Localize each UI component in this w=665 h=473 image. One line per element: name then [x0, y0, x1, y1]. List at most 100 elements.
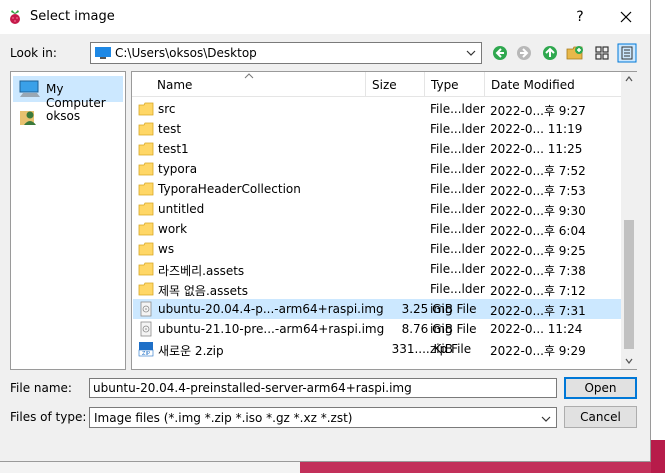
look-in-combo[interactable]: C:\Users\oksos\Desktop	[90, 42, 482, 64]
file-row[interactable]: TyporaHeaderCollection File...lder 2022-0.…	[133, 179, 621, 199]
file-name: src	[158, 102, 176, 116]
file-date: 2022-0... 11:25	[490, 142, 583, 156]
cancel-button[interactable]: Cancel	[564, 406, 637, 428]
title-bar[interactable]: Select image ?	[0, 0, 650, 34]
window-title: Select image	[30, 9, 115, 24]
file-name: TyporaHeaderCollection	[158, 182, 301, 196]
file-name: ws	[158, 242, 175, 256]
file-row[interactable]: 제목 없음.assets File...lder 2022-0...후 7:12	[133, 279, 621, 299]
file-type-select[interactable]: Image files (*.img *.zip *.iso *.gz *.xz…	[89, 407, 557, 428]
file-date: 2022-0...후 6:04	[490, 224, 586, 238]
file-name: untitled	[158, 202, 205, 216]
new-folder-icon[interactable]	[565, 43, 585, 63]
sidebar-item-oksos[interactable]: oksos	[13, 103, 123, 129]
disk-image-icon	[140, 301, 152, 317]
file-date: 2022-0...후 7:31	[490, 304, 586, 318]
file-row[interactable]: ubuntu-21.10-pre...-arm64+raspi.img 8.76 …	[133, 319, 621, 339]
folder-icon	[138, 202, 154, 216]
scroll-thumb[interactable]	[624, 220, 634, 349]
user-folder-icon	[20, 111, 36, 125]
folder-icon	[138, 162, 154, 176]
folder-icon	[138, 102, 154, 116]
disk-image-icon	[140, 321, 152, 337]
file-date: 2022-0...후 7:53	[490, 184, 586, 198]
forward-icon[interactable]	[514, 43, 534, 63]
background-desktop	[651, 0, 665, 473]
file-type: img File	[430, 322, 477, 336]
desktop-icon	[95, 47, 111, 59]
file-row[interactable]: 라즈베리.assets File...lder 2022-0...후 7:38	[133, 259, 621, 279]
file-type: File...lder	[430, 222, 485, 236]
help-button[interactable]: ?	[566, 4, 594, 30]
folder-icon	[138, 142, 154, 156]
file-name: 제목 없음.assets	[158, 284, 248, 298]
folder-icon	[138, 122, 154, 136]
file-type: File...lder	[430, 202, 485, 216]
chevron-down-icon	[541, 416, 551, 422]
file-row[interactable]: work File...lder 2022-0...후 6:04	[133, 219, 621, 239]
folder-icon	[138, 242, 154, 256]
file-type: File...lder	[430, 282, 485, 296]
scroll-up-icon[interactable]	[625, 76, 633, 82]
file-row[interactable]: test File...lder 2022-0... 11:19	[133, 119, 621, 139]
file-date: 2022-0...후 9:27	[490, 104, 586, 118]
file-name: test1	[158, 142, 189, 156]
close-icon[interactable]	[612, 4, 640, 30]
file-name: work	[158, 222, 188, 236]
file-name: ubuntu-20.04.4-p...-arm64+raspi.img	[158, 302, 384, 316]
vertical-scrollbar[interactable]	[621, 72, 637, 369]
column-header-size[interactable]: Size	[366, 72, 425, 97]
file-name-label: File name:	[10, 381, 72, 395]
file-list-header: Name Size Type Date Modified	[132, 72, 621, 97]
file-date: 2022-0...후 9:30	[490, 204, 586, 218]
file-date: 2022-0... 11:19	[490, 122, 583, 136]
background-accent-right	[651, 440, 665, 473]
file-type: File...lder	[430, 102, 485, 116]
file-row[interactable]: src File...lder 2022-0...후 9:27	[133, 99, 621, 119]
file-row[interactable]: ZIP 새로운 2.zip 331.... KiB zip File 2022-0...…	[133, 339, 621, 359]
file-name-input[interactable]: ubuntu-20.04.4-preinstalled-server-arm64…	[89, 378, 557, 398]
list-view-icon[interactable]	[592, 43, 612, 63]
file-row[interactable]: untitled File...lder 2022-0...후 9:30	[133, 199, 621, 219]
file-type-value: Image files (*.img *.zip *.iso *.gz *.xz…	[94, 411, 353, 425]
file-date: 2022-0...후 7:52	[490, 164, 586, 178]
file-type: File...lder	[430, 182, 485, 196]
places-sidebar: My Computer oksos	[10, 71, 126, 370]
file-date: 2022-0...후 9:25	[490, 244, 586, 258]
sidebar-item-label: oksos	[46, 109, 81, 123]
file-name: ubuntu-21.10-pre...-arm64+raspi.img	[158, 322, 385, 336]
file-date: 2022-0...후 9:29	[490, 344, 586, 358]
svg-text:ZIP: ZIP	[142, 351, 150, 357]
file-name: test	[158, 122, 182, 136]
scroll-down-icon[interactable]	[625, 358, 633, 364]
file-type: img File	[430, 302, 477, 316]
folder-icon	[138, 182, 154, 196]
back-icon[interactable]	[490, 43, 510, 63]
detail-view-icon[interactable]	[617, 43, 637, 63]
look-in-path: C:\Users\oksos\Desktop	[115, 46, 257, 60]
file-row[interactable]: ws File...lder 2022-0...후 9:25	[133, 239, 621, 259]
column-header-date[interactable]: Date Modified	[485, 72, 621, 97]
file-date: 2022-0...후 7:38	[490, 264, 586, 278]
open-button[interactable]: Open	[564, 377, 637, 399]
sidebar-item-my-computer[interactable]: My Computer	[13, 76, 123, 110]
raspberry-icon	[10, 10, 20, 24]
folder-icon	[138, 262, 154, 276]
file-row[interactable]: typora File...lder 2022-0...후 7:52	[133, 159, 621, 179]
file-list: Name Size Type Date Modified src File...l…	[131, 71, 637, 370]
folder-icon	[138, 222, 154, 236]
column-header-name[interactable]: Name	[151, 72, 366, 97]
file-row[interactable]: ubuntu-20.04.4-p...-arm64+raspi.img 3.25 …	[133, 299, 621, 319]
file-date: 2022-0... 11:24	[490, 322, 583, 336]
zip-icon: ZIP	[138, 342, 154, 357]
up-folder-icon[interactable]	[540, 43, 560, 63]
file-name: 라즈베리.assets	[158, 264, 245, 278]
column-header-type[interactable]: Type	[425, 72, 485, 97]
look-in-label: Look in:	[10, 46, 57, 60]
select-image-dialog: Select image ? Look in: C:\Users\oksos\D…	[0, 0, 651, 462]
file-row[interactable]: test1 File...lder 2022-0... 11:25	[133, 139, 621, 159]
folder-icon	[138, 282, 154, 296]
file-type: File...lder	[430, 142, 485, 156]
file-date: 2022-0...후 7:12	[490, 284, 586, 298]
file-name: typora	[158, 162, 198, 176]
